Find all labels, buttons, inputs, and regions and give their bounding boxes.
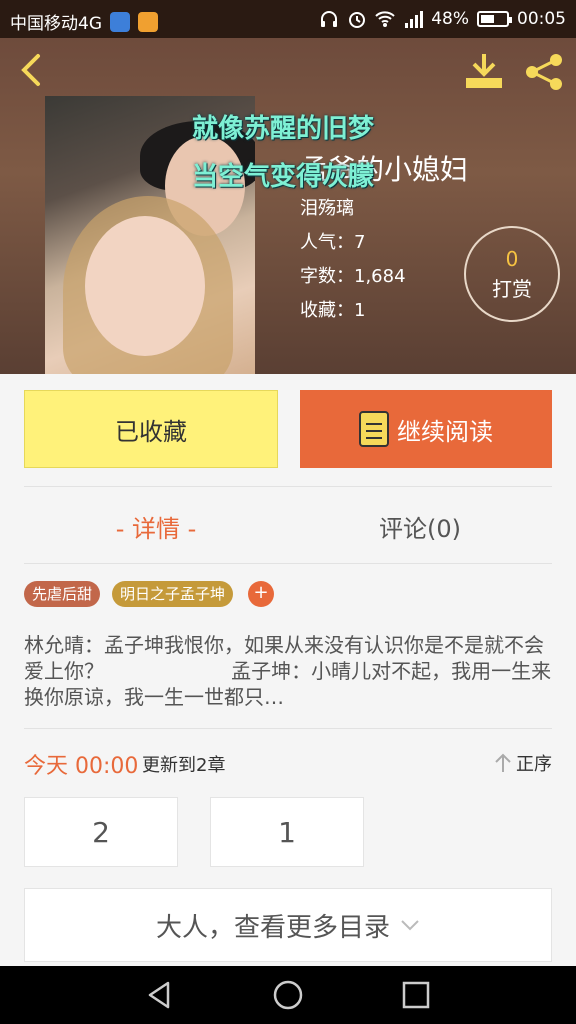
divider	[24, 486, 552, 487]
add-tag-button[interactable]: +	[248, 581, 274, 607]
book-icon	[359, 411, 389, 447]
headphones-icon	[321, 11, 338, 27]
status-bar: 中国移动4G 48% 00:05	[0, 0, 576, 38]
more-catalog-button[interactable]: 大人，查看更多目录	[24, 888, 552, 962]
back-arrow-icon[interactable]	[16, 52, 48, 88]
sort-order-button[interactable]: 正序	[494, 750, 552, 776]
update-text: 更新到2章	[142, 755, 226, 776]
app-k-icon	[110, 11, 130, 32]
chapter-item[interactable]: 1	[210, 797, 364, 867]
lyric-overlay-line1: 就像苏醒的旧梦	[192, 114, 375, 144]
signal-icon	[405, 11, 424, 28]
update-time: 今天 00:00	[24, 754, 139, 779]
nav-home-icon[interactable]	[272, 979, 304, 1011]
divider	[24, 563, 552, 564]
chapter-item[interactable]: 2	[24, 797, 178, 867]
lyric-overlay-line2: 当空气变得灰朦	[192, 162, 375, 192]
carrier-label: 中国移动4G	[10, 14, 102, 34]
tab-comments[interactable]: 评论(0)	[288, 500, 552, 552]
continue-reading-button[interactable]: 继续阅读	[300, 390, 552, 468]
tip-count: 0	[505, 246, 519, 271]
tab-detail[interactable]: - 详情 -	[24, 500, 288, 552]
nav-back-icon[interactable]	[144, 979, 176, 1011]
arrow-up-icon	[495, 753, 511, 772]
tip-button[interactable]: 0 打赏	[464, 226, 560, 322]
word-count-stat: 字数：1,684	[300, 266, 406, 287]
divider	[24, 728, 552, 729]
favorited-button[interactable]: 已收藏	[24, 390, 278, 468]
system-nav-bar	[0, 966, 576, 1024]
alarm-icon	[349, 12, 366, 28]
favorites-stat: 收藏：1	[300, 300, 366, 321]
book-author[interactable]: 泪殇璃	[300, 194, 354, 220]
favorited-label: 已收藏	[115, 417, 187, 446]
tip-label: 打赏	[492, 276, 532, 301]
clock: 00:05	[517, 9, 566, 29]
download-icon[interactable]	[462, 52, 506, 92]
app-orange-icon	[138, 11, 158, 32]
wifi-icon	[375, 11, 395, 27]
share-icon[interactable]	[522, 52, 566, 92]
popularity-stat: 人气：7	[300, 232, 366, 253]
sort-order-label: 正序	[516, 754, 552, 775]
tag-chip[interactable]: 明日之子孟子坤	[112, 581, 234, 607]
tag-chip[interactable]: 先虐后甜	[24, 581, 101, 607]
battery-percent: 48%	[431, 9, 469, 29]
book-header: 就像苏醒的旧梦 孟爷的小媳妇 当空气变得灰朦 泪殇璃 人气：7 字数：1,684…	[0, 38, 576, 374]
nav-recent-apps-icon[interactable]	[400, 979, 432, 1011]
battery-icon	[477, 11, 512, 27]
book-summary[interactable]: 林允晴：孟子坤我恨你，如果从来没有认识你是不是就不会爱上你？ 孟子坤：小晴儿对不…	[24, 632, 552, 712]
chevron-down-icon	[401, 920, 419, 931]
more-catalog-label: 大人，查看更多目录	[155, 912, 390, 943]
continue-reading-label: 继续阅读	[397, 417, 493, 446]
